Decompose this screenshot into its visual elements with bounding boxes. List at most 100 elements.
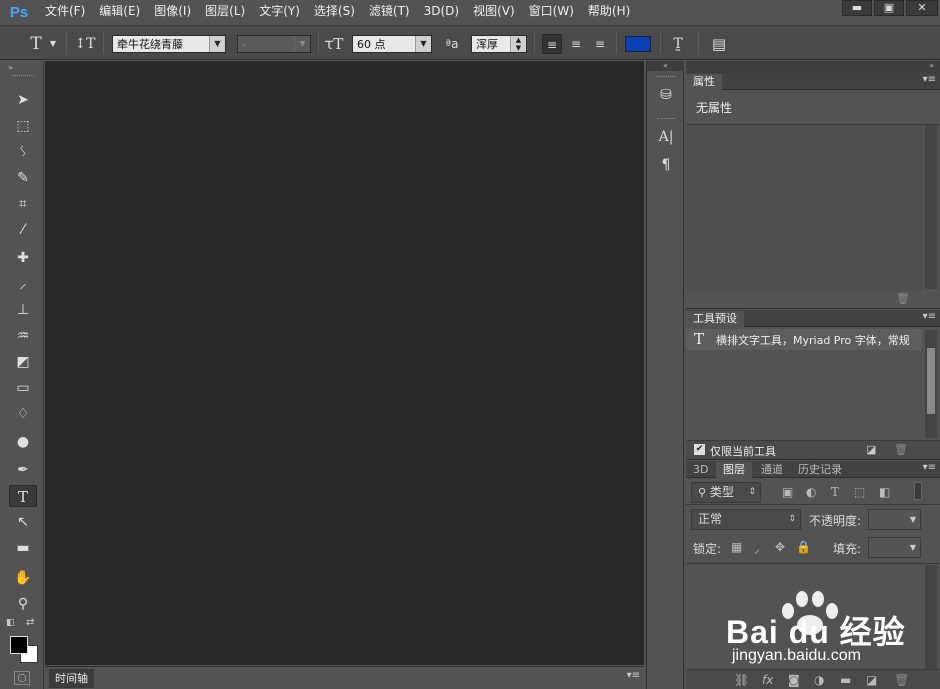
align-left-icon[interactable]: ≡ <box>542 34 562 54</box>
menu-window[interactable]: 窗口(W) <box>522 0 581 24</box>
new-preset-icon[interactable]: ◪ <box>866 443 876 456</box>
menu-layer[interactable]: 图层(L) <box>198 0 252 24</box>
menu-image[interactable]: 图像(I) <box>147 0 198 24</box>
panel-menu-icon[interactable]: ▾≡ <box>923 462 936 473</box>
default-colors-icon[interactable]: ◧ <box>6 618 15 628</box>
zoom-tool-icon[interactable]: ⚲ <box>9 593 37 615</box>
preset-list-item[interactable]: T 横排文字工具，Myriad Pro 字体，常规 <box>686 329 922 350</box>
tab-properties[interactable]: 属性 <box>686 74 722 90</box>
shape-filter-icon[interactable]: ⬚ <box>854 485 865 499</box>
quick-selection-tool-icon[interactable]: ✎ <box>9 167 37 189</box>
trash-icon[interactable]: 🗑 <box>894 443 908 456</box>
grip-icon[interactable] <box>657 76 675 77</box>
timeline-tab[interactable]: 时间轴 <box>49 669 94 688</box>
layer-filter-select[interactable]: ⚲ 类型 ⇕ <box>691 482 761 503</box>
fill-input[interactable]: ▼ <box>868 537 921 558</box>
menu-edit[interactable]: 编辑(E) <box>92 0 147 24</box>
rectangle-tool-icon[interactable]: ▬ <box>9 537 37 559</box>
panel-menu-icon[interactable]: ▾≡ <box>923 74 936 85</box>
font-size-select[interactable]: 60 点 ▼ <box>352 35 432 53</box>
eyedropper-tool-icon[interactable]: ⁄ <box>9 219 37 241</box>
blend-mode-select[interactable]: 正常 ⇕ <box>691 509 801 530</box>
opacity-input[interactable]: ▼ <box>868 509 921 530</box>
type-tool-icon[interactable]: T <box>9 485 37 507</box>
scrollbar-thumb[interactable] <box>927 348 935 414</box>
crop-tool-icon[interactable]: ⌗ <box>9 193 37 215</box>
scrollbar[interactable] <box>925 330 937 438</box>
dodge-tool-icon[interactable]: ● <box>9 431 37 453</box>
grip-icon[interactable] <box>657 118 675 119</box>
tab-3d[interactable]: 3D <box>686 462 715 478</box>
type-filter-icon[interactable]: T <box>831 485 839 499</box>
menu-filter[interactable]: 滤镜(T) <box>362 0 417 24</box>
character-panel-toggle-icon[interactable]: ▤ <box>708 34 730 54</box>
close-button[interactable]: ✕ <box>906 0 938 16</box>
collapse-icon[interactable]: » <box>929 61 934 70</box>
collapse-icon[interactable]: » <box>8 63 13 72</box>
lasso-tool-icon[interactable]: ᛊ <box>9 141 37 163</box>
move-tool-icon[interactable]: ➤ <box>9 89 37 111</box>
character-panel-icon[interactable]: A| <box>656 127 676 147</box>
tab-layers[interactable]: 图层 <box>716 462 752 478</box>
tab-history[interactable]: 历史记录 <box>791 462 849 478</box>
path-selection-tool-icon[interactable]: ↖ <box>9 511 37 533</box>
new-group-icon[interactable]: ▬ <box>840 673 851 687</box>
paragraph-panel-icon[interactable]: ¶ <box>656 155 676 175</box>
foreground-color-swatch[interactable] <box>10 636 28 654</box>
trash-icon[interactable]: 🗑 <box>894 673 909 687</box>
collapse-icon[interactable]: « <box>647 61 684 71</box>
layer-mask-icon[interactable]: ◙ <box>788 673 800 687</box>
clone-stamp-tool-icon[interactable]: ⊥ <box>9 299 37 321</box>
hand-tool-icon[interactable]: ✋ <box>9 567 37 589</box>
warp-text-icon[interactable]: T̰ <box>668 34 688 54</box>
text-orientation-icon[interactable]: ↕T <box>74 34 96 54</box>
restore-button[interactable]: ▣ <box>874 0 904 16</box>
link-layers-icon[interactable]: ⛓ <box>734 673 749 687</box>
lock-pixels-icon[interactable]: ⸝ <box>754 540 760 557</box>
marquee-tool-icon[interactable]: ⬚ <box>9 115 37 137</box>
filter-toggle[interactable] <box>914 482 922 500</box>
panel-menu-icon[interactable]: ▾≡ <box>627 670 640 681</box>
menu-3d[interactable]: 3D(D) <box>417 0 466 24</box>
new-layer-icon[interactable]: ◪ <box>866 673 877 687</box>
healing-brush-tool-icon[interactable]: ✚ <box>9 247 37 269</box>
align-center-icon[interactable]: ≡ <box>566 34 586 54</box>
text-color-swatch[interactable] <box>625 36 651 52</box>
align-right-icon[interactable]: ≡ <box>590 34 610 54</box>
menu-file[interactable]: 文件(F) <box>38 0 92 24</box>
menu-type[interactable]: 文字(Y) <box>252 0 307 24</box>
gradient-tool-icon[interactable]: ▭ <box>9 377 37 399</box>
minimize-button[interactable]: ▬ <box>842 0 872 16</box>
pen-tool-icon[interactable]: ✒ <box>9 459 37 481</box>
font-family-select[interactable]: 牵牛花绕青藤 ▼ <box>112 35 226 53</box>
menu-select[interactable]: 选择(S) <box>307 0 362 24</box>
pixel-filter-icon[interactable]: ▣ <box>782 485 793 499</box>
swap-colors-icon[interactable]: ⇄ <box>26 617 34 628</box>
blur-tool-icon[interactable]: ♢ <box>9 403 37 425</box>
chevron-down-icon[interactable]: ▼ <box>48 34 58 54</box>
adjustment-layer-icon[interactable]: ◑ <box>814 673 824 687</box>
antialias-select[interactable]: 浑厚 ▲ ▼ <box>471 35 527 53</box>
eraser-tool-icon[interactable]: ◩ <box>9 351 37 373</box>
brush-tool-icon[interactable]: ⸝ <box>9 273 37 295</box>
scrollbar[interactable] <box>925 125 937 289</box>
smart-object-filter-icon[interactable]: ◧ <box>879 485 890 499</box>
type-tool-preset-icon[interactable]: T <box>26 34 46 54</box>
trash-icon[interactable]: 🗑 <box>896 292 910 305</box>
fx-icon[interactable]: fx <box>762 673 773 687</box>
panel-menu-icon[interactable]: ▾≡ <box>923 311 936 322</box>
document-canvas[interactable] <box>45 61 644 665</box>
grip-icon[interactable] <box>12 75 34 77</box>
adjustment-filter-icon[interactable]: ◐ <box>806 485 816 499</box>
quick-mask-icon[interactable]: ◯ <box>14 671 30 685</box>
menu-help[interactable]: 帮助(H) <box>581 0 637 24</box>
lock-position-icon[interactable]: ✥ <box>775 540 785 554</box>
tab-tool-presets[interactable]: 工具预设 <box>686 311 744 327</box>
lock-all-icon[interactable]: 🔒 <box>796 540 811 554</box>
menu-view[interactable]: 视图(V) <box>466 0 522 24</box>
checkbox-current-tool-only[interactable]: ✔ <box>694 444 705 455</box>
tool-presets-panel-icon[interactable]: ⛁ <box>656 85 676 105</box>
font-style-select[interactable]: - ▼ <box>237 35 311 53</box>
lock-transparent-icon[interactable]: ▦ <box>731 540 742 554</box>
history-brush-tool-icon[interactable]: ♒ <box>9 325 37 347</box>
